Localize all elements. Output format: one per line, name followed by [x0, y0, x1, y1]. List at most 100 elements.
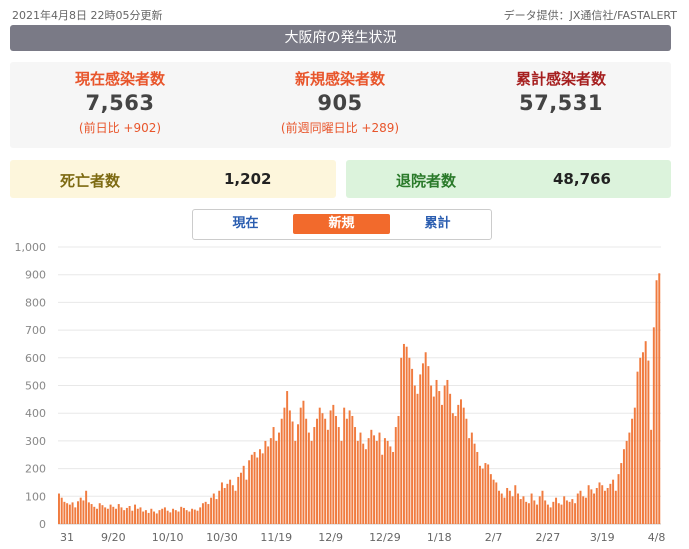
x-tick-label: 2/27 [536, 531, 561, 544]
bar [191, 508, 194, 524]
bar [443, 385, 446, 524]
y-tick-label: 800 [25, 296, 46, 309]
bar [506, 487, 509, 524]
stat-current-label: 現在感染者数 [74, 70, 165, 88]
bar [451, 413, 454, 524]
bar [364, 449, 367, 524]
bar [517, 493, 519, 524]
bar [345, 418, 348, 524]
bar [332, 404, 335, 524]
stat-current: 現在感染者数 7,563 (前日比 +902) [10, 68, 230, 136]
bar [117, 504, 120, 524]
bar [340, 440, 343, 524]
bar [220, 482, 223, 524]
bar [326, 429, 329, 524]
bar [375, 440, 378, 524]
data-source: データ提供：JX通信社/FASTALERT [503, 9, 677, 22]
header-meta: 2021年4月8日 22時05分更新 データ提供：JX通信社/FASTALERT [12, 7, 677, 22]
bar [101, 505, 104, 524]
bar [460, 399, 462, 524]
bar [63, 501, 66, 524]
bar [223, 487, 226, 524]
bar [316, 418, 318, 524]
stat-total-label: 累計感染者数 [515, 70, 606, 88]
tab-current[interactable]: 現在 [197, 214, 294, 234]
bar [144, 510, 147, 524]
bar [411, 368, 414, 524]
x-tick-label: 31 [60, 531, 74, 544]
bar [283, 407, 286, 524]
bar [522, 496, 525, 524]
bar [625, 440, 628, 524]
bar [185, 510, 188, 524]
bar [546, 504, 549, 524]
bar [560, 504, 563, 524]
bar [606, 487, 609, 524]
bar [115, 508, 117, 524]
bar [153, 511, 156, 524]
stat-new-label: 新規感染者数 [294, 70, 385, 88]
bar [71, 502, 74, 524]
bar [348, 410, 351, 524]
bar [538, 496, 541, 524]
bar [590, 489, 593, 525]
y-tick-label: 100 [25, 490, 46, 503]
y-tick-label: 300 [25, 435, 46, 448]
bar [476, 451, 479, 524]
bar [172, 508, 175, 524]
bar [321, 413, 324, 524]
y-tick-label: 1,000 [15, 241, 47, 254]
bar [106, 508, 109, 524]
bar [201, 503, 204, 524]
bar [555, 497, 558, 524]
bar [177, 511, 180, 524]
bar [269, 438, 272, 524]
bar [155, 513, 158, 524]
bar [508, 490, 511, 524]
bar [454, 415, 457, 524]
bar [237, 476, 240, 524]
bar [378, 432, 381, 524]
bar [256, 457, 259, 524]
tab-new[interactable]: 新規 [293, 214, 390, 234]
bar [576, 493, 579, 524]
bar [142, 511, 145, 524]
y-tick-label: 500 [25, 380, 46, 393]
bar [536, 504, 539, 524]
bar [381, 454, 384, 524]
bar [196, 510, 199, 524]
bar [650, 429, 653, 524]
bar [470, 432, 473, 524]
bar [307, 432, 310, 524]
bar [169, 512, 172, 524]
page-title: 大阪府の発生状況 [10, 25, 671, 51]
x-tick-label: 9/20 [101, 531, 126, 544]
bar [655, 280, 658, 524]
bar [85, 490, 88, 524]
new-cases-bar-chart: 0 100 200 300 400 500 600 700 800 900 1,000 31 9/20 1… [15, 241, 666, 544]
bar [166, 510, 169, 524]
bar [530, 493, 533, 524]
bar [229, 479, 232, 524]
bar [544, 500, 547, 524]
bar [123, 510, 126, 524]
bar [563, 496, 566, 524]
bar [66, 503, 69, 524]
bar [446, 379, 449, 524]
bar [161, 508, 164, 524]
bar [405, 346, 408, 524]
bar [242, 465, 245, 524]
y-tick-label: 400 [25, 407, 46, 420]
bar [112, 506, 115, 524]
bar [609, 483, 612, 524]
deaths-box: 死亡者数 1,202 [10, 160, 336, 198]
tab-total[interactable]: 累計 [389, 214, 486, 234]
bar [264, 440, 267, 524]
bar [419, 374, 422, 524]
bar [370, 429, 373, 524]
bar [131, 510, 134, 524]
bar [473, 443, 476, 524]
bar [373, 435, 376, 524]
bar [449, 393, 452, 524]
bar [498, 490, 500, 524]
